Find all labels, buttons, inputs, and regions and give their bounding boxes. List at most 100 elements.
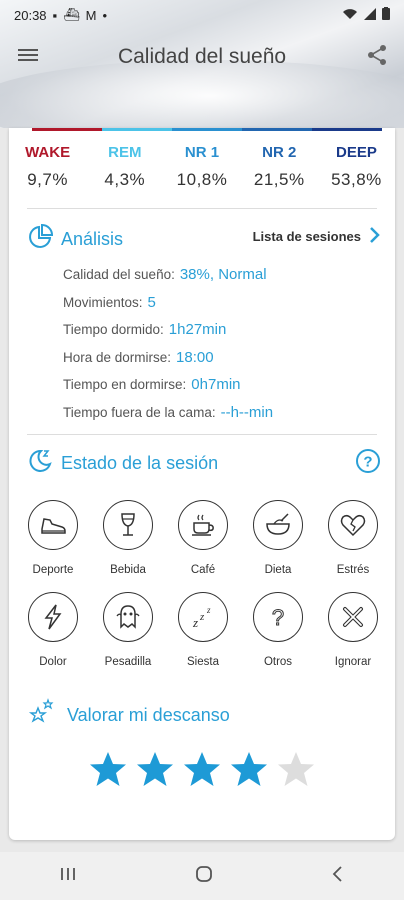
wifi-icon — [342, 8, 358, 23]
svg-text:z: z — [206, 605, 211, 615]
star-icon[interactable] — [230, 750, 268, 793]
session-state-title: Estado de la sesión — [61, 453, 219, 473]
analysis-row-time-asleep: Tiempo dormido: 1h27min — [63, 321, 273, 349]
sleep-stages: WAKE 9,7% REM 4,3% NR 1 10,8% NR 2 21,5%… — [9, 144, 395, 190]
stage-color-bar — [32, 128, 382, 131]
star-icon[interactable] — [183, 750, 221, 793]
tile-diet[interactable]: Dieta — [248, 500, 308, 576]
svg-text:?: ? — [272, 605, 284, 630]
pie-chart-icon — [27, 223, 54, 255]
svg-text:z: z — [199, 611, 205, 623]
tile-label: Pesadilla — [104, 656, 152, 668]
star-icon[interactable] — [136, 750, 174, 793]
tile-label: Ignorar — [334, 656, 372, 668]
status-time: 20:38 — [14, 7, 47, 23]
x-icon — [328, 592, 378, 642]
broken-heart-icon — [328, 500, 378, 550]
analysis-label: Tiempo fuera de la cama: — [63, 404, 216, 420]
tile-other[interactable]: ? Otros — [248, 592, 308, 668]
zzz-icon: zzz — [178, 592, 228, 642]
tile-label: Estrés — [336, 564, 370, 576]
tile-coffee[interactable]: Café — [173, 500, 233, 576]
tile-label: Deporte — [32, 564, 74, 576]
stage-percent: 21,5% — [253, 170, 305, 189]
stage-percent: 4,3% — [104, 170, 146, 189]
tile-label: Café — [190, 564, 216, 576]
stage-percent: 10,8% — [176, 170, 228, 189]
analysis-value: 0h7min — [191, 376, 241, 393]
session-card: WAKE 9,7% REM 4,3% NR 1 10,8% NR 2 21,5%… — [9, 128, 395, 840]
stage-name: NR 2 — [262, 144, 297, 161]
tile-label: Dieta — [264, 564, 292, 576]
stage-nr1: NR 1 10,8% — [163, 144, 240, 190]
analysis-row-out-of-bed: Tiempo fuera de la cama: --h--min — [63, 404, 273, 432]
recent-apps-icon[interactable] — [59, 866, 77, 887]
tile-label: Siesta — [187, 656, 219, 668]
chevron-right-icon — [369, 226, 381, 247]
analysis-list: Calidad del sueño: 38%, Normal Movimient… — [63, 266, 273, 431]
wine-glass-icon — [103, 500, 153, 550]
session-state-row: Deporte Bebida Café Dieta Estrés — [23, 500, 383, 576]
tile-label: Otros — [263, 656, 293, 668]
analysis-value: 38%, Normal — [179, 266, 267, 283]
analysis-value: 5 — [147, 293, 156, 311]
session-list-label: Lista de sesiones — [252, 229, 361, 244]
stage-percent: 9,7% — [27, 170, 68, 189]
stage-deep: DEEP 53,8% — [318, 144, 395, 190]
gmail-notification-icon: M — [85, 7, 97, 23]
lightning-icon — [28, 592, 78, 642]
stage-percent: 53,8% — [331, 170, 382, 189]
system-nav-bar — [0, 852, 404, 900]
analysis-label: Hora de dormirse: — [63, 349, 172, 365]
tile-pain[interactable]: Dolor — [23, 592, 83, 668]
analysis-header: Análisis — [27, 223, 124, 255]
analysis-value: 1h27min — [168, 321, 227, 338]
session-list-link[interactable]: Lista de sesiones — [253, 226, 381, 247]
stage-name: REM — [108, 144, 142, 161]
tile-drink[interactable]: Bebida — [98, 500, 158, 576]
divider — [27, 208, 377, 209]
analysis-title: Análisis — [61, 229, 124, 249]
svg-text:?: ? — [363, 454, 372, 471]
analysis-row-quality: Calidad del sueño: 38%, Normal — [63, 266, 273, 294]
back-icon[interactable] — [331, 865, 345, 888]
analysis-value: 18:00 — [176, 348, 214, 366]
tile-sport[interactable]: Deporte — [23, 500, 83, 576]
star-icon[interactable] — [89, 750, 127, 793]
tile-ignore[interactable]: Ignorar — [323, 592, 383, 668]
stars-outline-icon — [27, 698, 57, 733]
tile-nightmare[interactable]: Pesadilla — [98, 592, 158, 668]
app-bar: Calidad del sueño — [0, 32, 404, 82]
analysis-value: --h--min — [220, 403, 274, 421]
tile-stress[interactable]: Estrés — [323, 500, 383, 576]
share-icon[interactable] — [366, 44, 388, 66]
home-icon[interactable] — [195, 865, 213, 888]
dot-notification-icon: • — [102, 7, 108, 23]
stage-nr2: NR 2 21,5% — [241, 144, 318, 190]
star-icon[interactable] — [277, 750, 315, 793]
analysis-label: Tiempo dormido: — [63, 322, 164, 337]
tile-nap[interactable]: zzz Siesta — [173, 592, 233, 668]
session-state-grid: Deporte Bebida Café Dieta Estrés Dolor P… — [23, 500, 383, 668]
stage-name: NR 1 — [184, 144, 220, 161]
svg-text:z: z — [192, 615, 198, 630]
hamburger-menu-icon[interactable] — [18, 46, 38, 64]
coffee-cup-icon — [178, 500, 228, 550]
tile-label: Dolor — [39, 656, 67, 668]
status-bar: 20:38 ▪ ⛴ M • — [0, 0, 404, 30]
stage-name: DEEP — [335, 144, 377, 161]
gallery-notification-icon: ▪ — [52, 7, 58, 23]
rating-stars — [89, 750, 315, 793]
analysis-label: Calidad del sueño: — [63, 267, 175, 282]
analysis-label: Tiempo en dormirse: — [63, 377, 187, 392]
analysis-row-movements: Movimientos: 5 — [63, 294, 273, 322]
analysis-row-fall-asleep: Tiempo en dormirse: 0h7min — [63, 376, 273, 404]
rating-header: Valorar mi descanso — [27, 698, 230, 733]
stage-name: WAKE — [25, 144, 71, 161]
divider — [27, 434, 377, 435]
shoe-icon — [28, 500, 78, 550]
stage-wake: WAKE 9,7% — [9, 144, 86, 190]
question-icon: ? — [253, 592, 303, 642]
session-state-row: Dolor Pesadilla zzz Siesta ? Otros Ignor… — [23, 592, 383, 668]
help-icon[interactable]: ? — [355, 448, 381, 479]
